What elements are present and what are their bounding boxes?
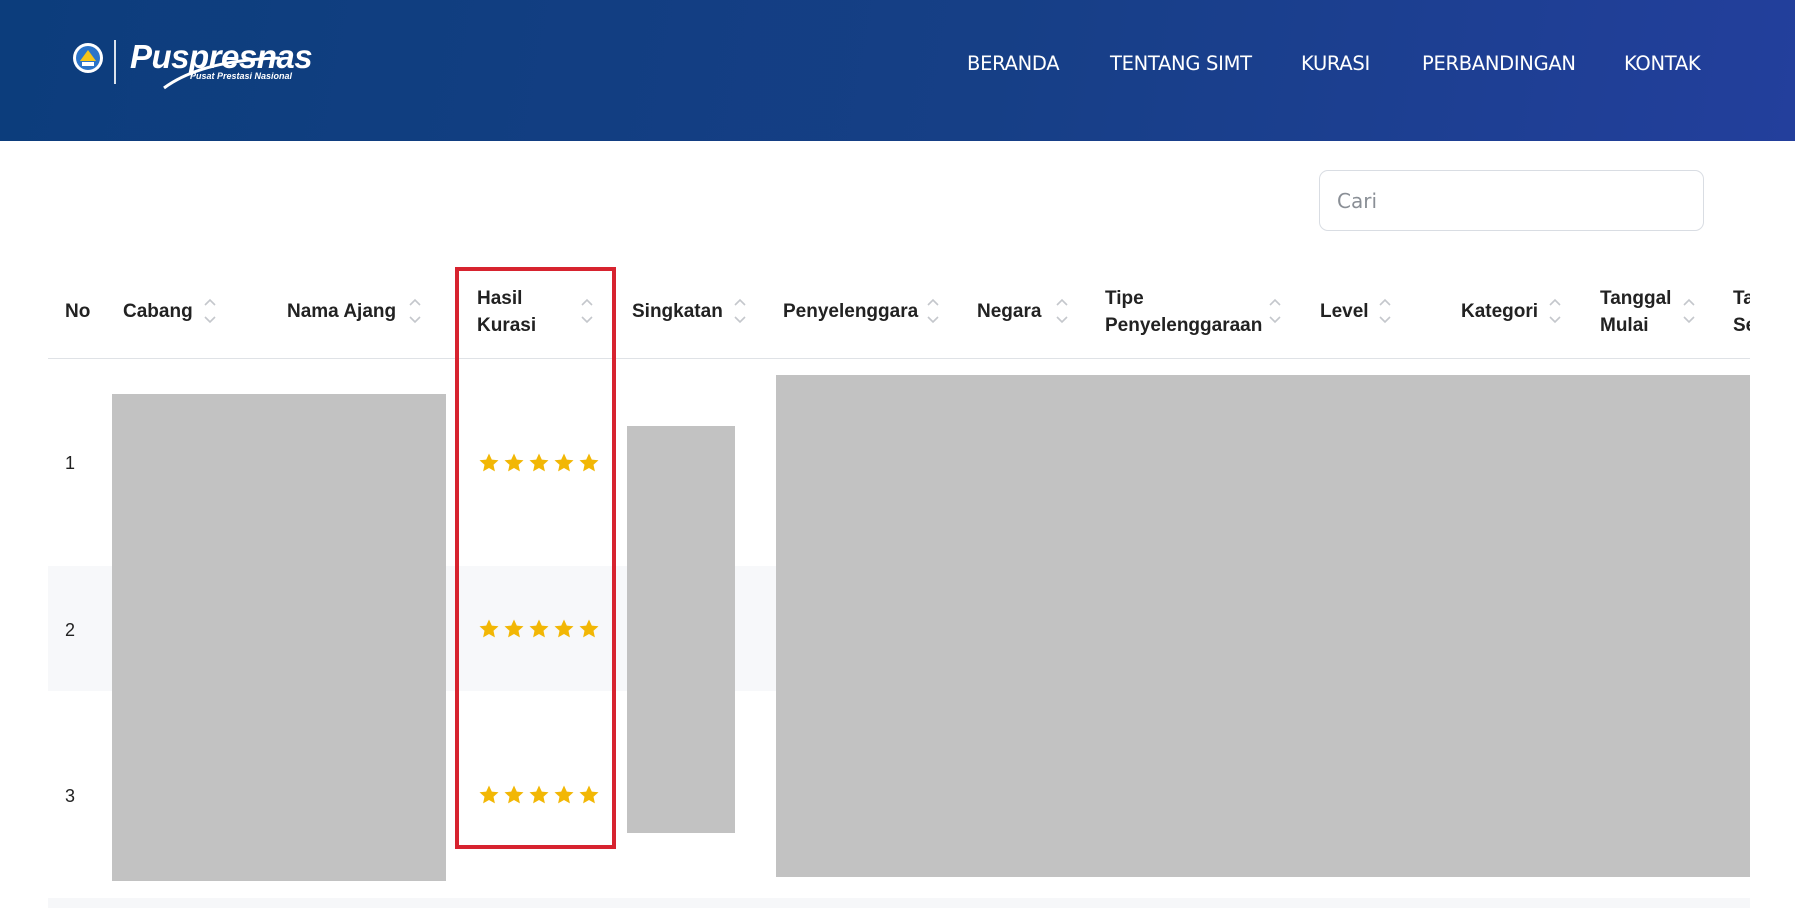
star-icon — [578, 784, 600, 806]
column-header-tanggal-mulai[interactable]: Tanggal Mulai — [1600, 285, 1671, 339]
star-icon — [553, 618, 575, 640]
rating-stars — [478, 618, 600, 640]
sort-hasil-kurasi-icon[interactable] — [580, 295, 594, 327]
column-header-tipe-penyelenggaraan[interactable]: Tipe Penyelenggaraan — [1105, 285, 1262, 339]
star-icon — [528, 618, 550, 640]
sort-cabang-icon[interactable] — [203, 295, 217, 327]
row-number: 3 — [65, 786, 76, 806]
column-header-tanggal-line2: Mulai — [1600, 315, 1649, 336]
column-header-singkatan[interactable]: Singkatan — [632, 298, 723, 325]
rating-stars — [478, 784, 600, 806]
star-icon — [503, 618, 525, 640]
column-header-ta-line1: Ta — [1733, 288, 1750, 309]
star-icon — [503, 452, 525, 474]
column-header-tanggal-line1: Tanggal — [1600, 288, 1672, 309]
table-header-divider — [48, 358, 1750, 359]
column-header-tanggal-selesai[interactable]: Ta Se — [1733, 285, 1750, 339]
star-icon — [478, 784, 500, 806]
column-header-hasil-line1: Hasil — [477, 288, 523, 309]
column-header-tipe-line1: Tipe — [1105, 288, 1144, 309]
nav-perbandingan[interactable]: PERBANDINGAN — [1422, 52, 1576, 75]
column-header-cabang[interactable]: Cabang — [123, 298, 193, 325]
sort-tipe-penyelenggaraan-icon[interactable] — [1268, 295, 1282, 327]
redacted-cabang-nama-ajang — [112, 394, 446, 881]
star-icon — [578, 452, 600, 474]
search-input[interactable] — [1319, 170, 1704, 231]
star-icon — [528, 784, 550, 806]
nav-tentang-simt[interactable]: TENTANG SIMT — [1110, 52, 1252, 75]
star-icon — [578, 618, 600, 640]
logo-divider — [114, 40, 116, 84]
sort-singkatan-icon[interactable] — [733, 295, 747, 327]
hasil-kurasi-highlight-box — [455, 267, 616, 849]
sort-tanggal-mulai-icon[interactable] — [1682, 295, 1696, 327]
star-icon — [503, 784, 525, 806]
column-header-level[interactable]: Level — [1320, 298, 1369, 325]
nav-kontak[interactable]: KONTAK — [1624, 52, 1701, 75]
star-icon — [478, 452, 500, 474]
table-footer-band — [48, 898, 1750, 908]
column-header-negara[interactable]: Negara — [977, 298, 1041, 325]
column-header-no[interactable]: No — [65, 298, 90, 325]
column-header-tipe-line2: Penyelenggaraan — [1105, 315, 1263, 336]
sort-negara-icon[interactable] — [1055, 295, 1069, 327]
star-icon — [553, 784, 575, 806]
star-icon — [478, 618, 500, 640]
redacted-remaining-columns — [776, 375, 1750, 877]
column-header-ta-line2: Se — [1733, 315, 1750, 336]
ministry-emblem-icon — [72, 42, 104, 74]
column-header-hasil-kurasi[interactable]: Hasil Kurasi — [477, 285, 536, 339]
site-header: Puspresnas Pusat Prestasi Nasional BERAN… — [0, 0, 1795, 141]
star-icon — [553, 452, 575, 474]
logo-subtitle: Pusat Prestasi Nasional — [190, 71, 293, 81]
row-number: 2 — [65, 620, 76, 640]
nav-beranda[interactable]: BERANDA — [967, 52, 1060, 75]
nav-kurasi[interactable]: KURASI — [1301, 52, 1370, 75]
sort-penyelenggara-icon[interactable] — [926, 295, 940, 327]
column-header-hasil-line2: Kurasi — [477, 315, 537, 336]
row-number: 1 — [65, 453, 76, 473]
redacted-singkatan — [627, 426, 735, 833]
column-header-nama-ajang[interactable]: Nama Ajang — [287, 298, 396, 325]
column-header-kategori[interactable]: Kategori — [1461, 298, 1538, 325]
sort-kategori-icon[interactable] — [1548, 295, 1562, 327]
sort-level-icon[interactable] — [1378, 295, 1392, 327]
star-icon — [528, 452, 550, 474]
rating-stars — [478, 452, 600, 474]
sort-nama-ajang-icon[interactable] — [408, 295, 422, 327]
column-header-penyelenggara[interactable]: Penyelenggara — [783, 298, 918, 325]
